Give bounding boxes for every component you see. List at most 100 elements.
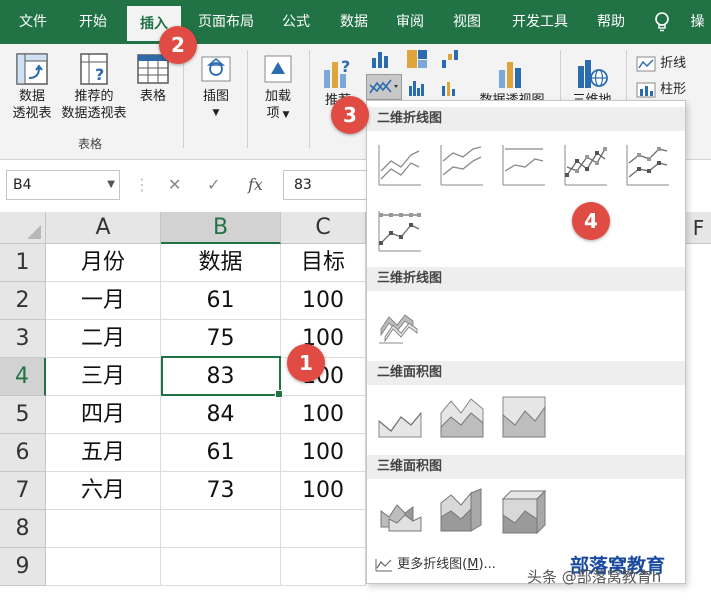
stacked-area-chart-thumbnail[interactable]	[437, 393, 485, 441]
step-badge-3: 3	[331, 96, 369, 134]
sparkline-column-label: 柱形	[660, 82, 687, 97]
lightbulb-icon[interactable]	[654, 11, 670, 33]
row-header-4[interactable]: 4	[0, 358, 46, 396]
more-line-charts-accelerator: M	[467, 557, 479, 572]
row-header-2[interactable]: 2	[0, 282, 46, 320]
sparkline-column-icon	[636, 82, 656, 97]
column-header-a[interactable]: A	[46, 212, 161, 244]
cell-a5[interactable]: 四月	[46, 396, 161, 434]
combo-chart-icon[interactable]	[440, 78, 462, 98]
row-header-8[interactable]: 8	[0, 510, 46, 548]
cell-a6[interactable]: 五月	[46, 434, 161, 472]
addins-button[interactable]: 加载 项 ▼	[256, 52, 300, 124]
100-stacked-area-chart-thumbnail[interactable]	[499, 393, 547, 441]
row-header-3[interactable]: 3	[0, 320, 46, 358]
column-chart-icon[interactable]	[370, 48, 392, 70]
cancel-icon[interactable]: ✕	[168, 175, 181, 194]
cell-b3[interactable]: 75	[161, 320, 281, 358]
row-header-1[interactable]: 1	[0, 244, 46, 282]
cell-b9[interactable]	[161, 548, 281, 586]
line-chart-thumbnail[interactable]	[375, 141, 423, 189]
column-header-f[interactable]: F	[686, 212, 711, 244]
statistic-chart-icon[interactable]	[407, 78, 429, 98]
more-options-icon: ⋮	[134, 175, 150, 194]
ribbon-separator	[560, 50, 561, 100]
cell-c6[interactable]: 100	[281, 434, 366, 472]
cell-b5[interactable]: 84	[161, 396, 281, 434]
row-header-6[interactable]: 6	[0, 434, 46, 472]
section-3d-area: 三维面积图	[367, 455, 685, 479]
pivot-table-label-1: 数据	[18, 89, 45, 104]
recommended-charts-icon: ?	[324, 57, 350, 88]
cell-c5[interactable]: 100	[281, 396, 366, 434]
group-label-tables: 表格	[78, 137, 103, 151]
sparkline-column-button[interactable]: 柱形	[636, 78, 686, 98]
cell-c7[interactable]: 100	[281, 472, 366, 510]
tab-view[interactable]: 视图	[441, 0, 493, 44]
fx-icon[interactable]: fx	[248, 175, 263, 194]
cell-a1[interactable]: 月份	[46, 244, 161, 282]
cell-b6[interactable]: 61	[161, 434, 281, 472]
tab-tell-me[interactable]: 操	[684, 0, 711, 44]
pivot-table-button[interactable]: 数据 透视表	[6, 52, 58, 122]
tab-file[interactable]: 文件	[6, 0, 60, 44]
cell-b8[interactable]	[161, 510, 281, 548]
row-header-5[interactable]: 5	[0, 396, 46, 434]
row-header-9[interactable]: 9	[0, 548, 46, 586]
cell-a2[interactable]: 一月	[46, 282, 161, 320]
line-chart-button[interactable]	[366, 74, 402, 100]
stacked-line-chart-thumbnail[interactable]	[437, 141, 485, 189]
column-header-c[interactable]: C	[281, 212, 366, 244]
cell-c9[interactable]	[281, 548, 366, 586]
column-header-b[interactable]: B	[161, 212, 281, 244]
recommended-pivot-icon: ?	[80, 53, 108, 85]
cell-b1[interactable]: 数据	[161, 244, 281, 282]
cell-b2[interactable]: 61	[161, 282, 281, 320]
row-header-7[interactable]: 7	[0, 472, 46, 510]
tab-help[interactable]: 帮助	[586, 0, 636, 44]
tab-home[interactable]: 开始	[66, 0, 120, 44]
illustrations-button[interactable]: 插图 ▼	[196, 52, 236, 122]
hierarchy-chart-icon[interactable]	[405, 48, 429, 70]
cell-c2[interactable]: 100	[281, 282, 366, 320]
line-with-markers-thumbnail[interactable]	[561, 141, 609, 189]
100-stacked-line-with-markers-thumbnail[interactable]	[375, 207, 423, 255]
3d-line-chart-thumbnail[interactable]	[375, 299, 423, 347]
ribbon-separator	[309, 50, 310, 148]
worksheet-grid: A B C 1 2 3 4 5 6 7 8 9 月份 数据 目标 一月 61 1…	[0, 212, 366, 606]
100-stacked-line-chart-thumbnail[interactable]	[499, 141, 547, 189]
more-line-charts-link[interactable]: 更多折线图(M)...	[375, 553, 496, 572]
name-box[interactable]: B4 ▼	[6, 170, 120, 200]
tab-formulas[interactable]: 公式	[270, 0, 322, 44]
cell-c1[interactable]: 目标	[281, 244, 366, 282]
line-chart-dropdown: 二维折线图 三维折线图 二维面积图 三维面积图 更多折线图(M)...	[366, 100, 686, 584]
recommended-pivot-button[interactable]: ? 推荐的 数据透视表	[56, 52, 132, 122]
cell-c8[interactable]	[281, 510, 366, 548]
area-chart-thumbnail[interactable]	[375, 393, 423, 441]
cell-b7[interactable]: 73	[161, 472, 281, 510]
3d-100-stacked-area-chart-thumbnail[interactable]	[499, 487, 547, 535]
waterfall-chart-icon[interactable]	[440, 48, 462, 70]
tab-page-layout[interactable]: 页面布局	[190, 0, 262, 44]
cell-a4[interactable]: 三月	[46, 358, 161, 396]
select-all-corner[interactable]	[0, 212, 46, 244]
globe-icon	[578, 60, 608, 88]
addins-label-1: 加载	[264, 89, 291, 104]
cell-a8[interactable]	[46, 510, 161, 548]
source-watermark: 头条 @部落窝教育h	[527, 568, 662, 586]
more-line-charts-suffix: )...	[478, 557, 496, 572]
tab-review[interactable]: 审阅	[384, 0, 436, 44]
3d-stacked-area-chart-thumbnail[interactable]	[437, 487, 485, 535]
pivot-chart-icon	[499, 62, 521, 88]
cell-a7[interactable]: 六月	[46, 472, 161, 510]
enter-icon[interactable]: ✓	[207, 175, 220, 194]
tab-data[interactable]: 数据	[328, 0, 380, 44]
tab-developer[interactable]: 开发工具	[500, 0, 580, 44]
stacked-line-with-markers-thumbnail[interactable]	[623, 141, 671, 189]
name-box-dropdown-icon[interactable]: ▼	[107, 171, 115, 199]
cell-a9[interactable]	[46, 548, 161, 586]
3d-area-chart-thumbnail[interactable]	[375, 487, 423, 535]
sparkline-line-button[interactable]: 折线	[636, 52, 686, 72]
cell-a3[interactable]: 二月	[46, 320, 161, 358]
step-badge-4: 4	[572, 202, 610, 240]
